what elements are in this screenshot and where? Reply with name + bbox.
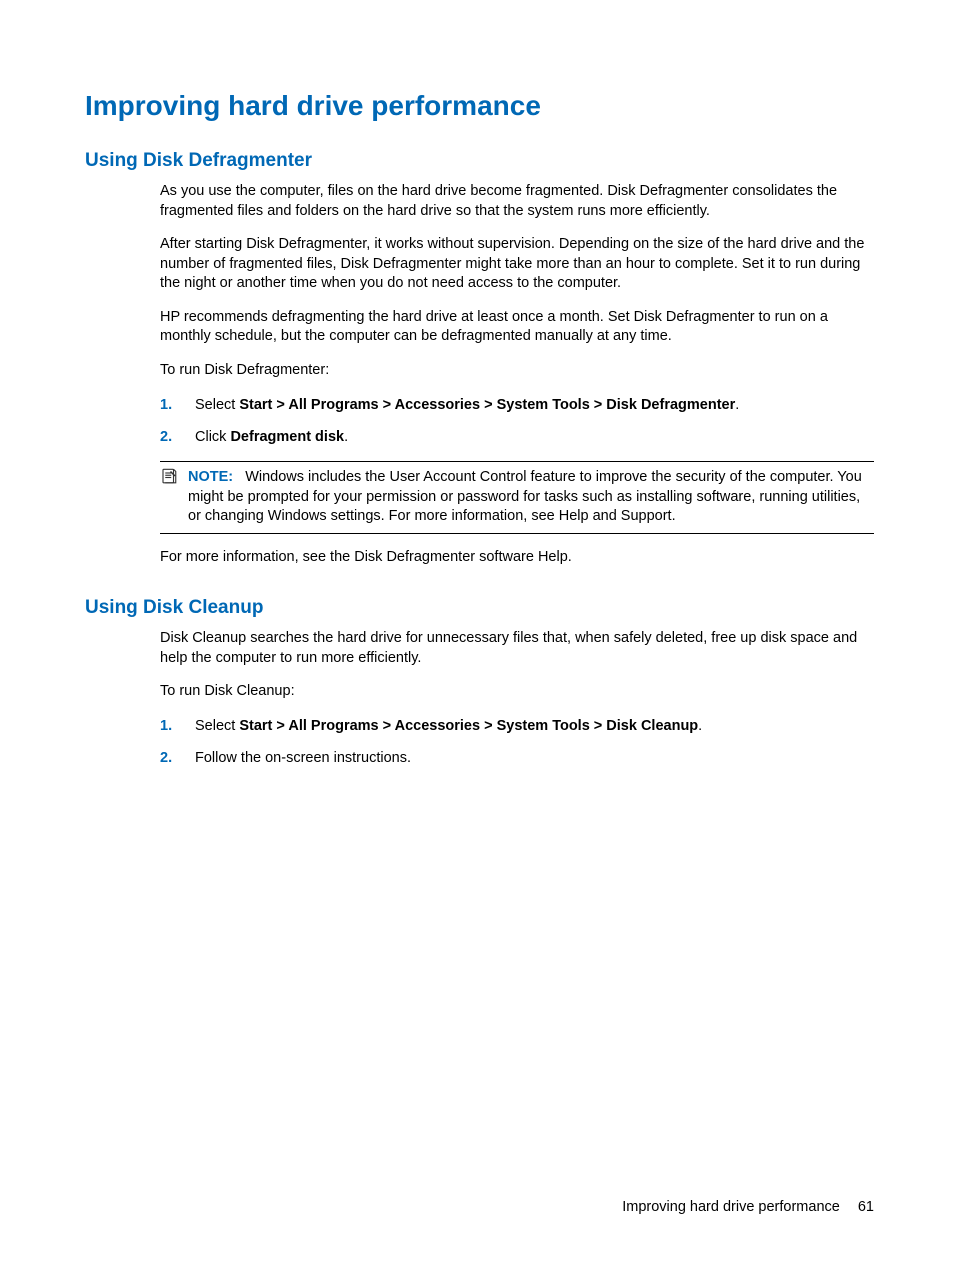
paragraph: As you use the computer, files on the ha… bbox=[160, 182, 874, 221]
paragraph: To run Disk Cleanup: bbox=[160, 682, 874, 702]
step-text-pre: Select bbox=[195, 718, 239, 734]
ordered-list: 1. Select Start > All Programs > Accesso… bbox=[160, 395, 874, 448]
list-item: 2. Click Defragment disk. bbox=[160, 427, 874, 447]
list-number: 2. bbox=[160, 427, 172, 447]
page-footer: Improving hard drive performance 61 bbox=[622, 1199, 874, 1215]
list-number: 1. bbox=[160, 716, 172, 736]
step-text-pre: Click bbox=[195, 429, 230, 445]
page-heading: Improving hard drive performance bbox=[85, 90, 874, 122]
paragraph: After starting Disk Defragmenter, it wor… bbox=[160, 235, 874, 294]
page-number: 61 bbox=[858, 1199, 874, 1215]
section-content: Disk Cleanup searches the hard drive for… bbox=[160, 629, 874, 768]
paragraph: For more information, see the Disk Defra… bbox=[160, 548, 874, 568]
step-text-bold: Start > All Programs > Accessories > Sys… bbox=[239, 397, 735, 413]
note-label: NOTE: bbox=[188, 469, 233, 485]
note-icon bbox=[160, 467, 178, 485]
paragraph: To run Disk Defragmenter: bbox=[160, 361, 874, 381]
list-number: 1. bbox=[160, 395, 172, 415]
note-callout: NOTE: Windows includes the User Account … bbox=[160, 461, 874, 534]
list-item: 2. Follow the on-screen instructions. bbox=[160, 748, 874, 768]
section-title-defragmenter: Using Disk Defragmenter bbox=[85, 150, 874, 172]
section-disk-cleanup: Using Disk Cleanup Disk Cleanup searches… bbox=[85, 597, 874, 768]
step-text-post: . bbox=[344, 429, 348, 445]
list-number: 2. bbox=[160, 748, 172, 768]
list-item: 1. Select Start > All Programs > Accesso… bbox=[160, 716, 874, 736]
note-body: Windows includes the User Account Contro… bbox=[188, 469, 862, 524]
section-title-cleanup: Using Disk Cleanup bbox=[85, 597, 874, 619]
step-text-post: . bbox=[698, 718, 702, 734]
step-text-pre: Select bbox=[195, 397, 239, 413]
list-item: 1. Select Start > All Programs > Accesso… bbox=[160, 395, 874, 415]
step-text-bold: Start > All Programs > Accessories > Sys… bbox=[239, 718, 698, 734]
ordered-list: 1. Select Start > All Programs > Accesso… bbox=[160, 716, 874, 769]
paragraph: HP recommends defragmenting the hard dri… bbox=[160, 308, 874, 347]
footer-title: Improving hard drive performance bbox=[622, 1199, 840, 1215]
section-disk-defragmenter: Using Disk Defragmenter As you use the c… bbox=[85, 150, 874, 567]
section-content: As you use the computer, files on the ha… bbox=[160, 182, 874, 567]
document-page: Improving hard drive performance Using D… bbox=[0, 0, 954, 1270]
step-text-post: . bbox=[735, 397, 739, 413]
step-text: Follow the on-screen instructions. bbox=[195, 750, 411, 766]
paragraph: Disk Cleanup searches the hard drive for… bbox=[160, 629, 874, 668]
step-text-bold: Defragment disk bbox=[230, 429, 344, 445]
